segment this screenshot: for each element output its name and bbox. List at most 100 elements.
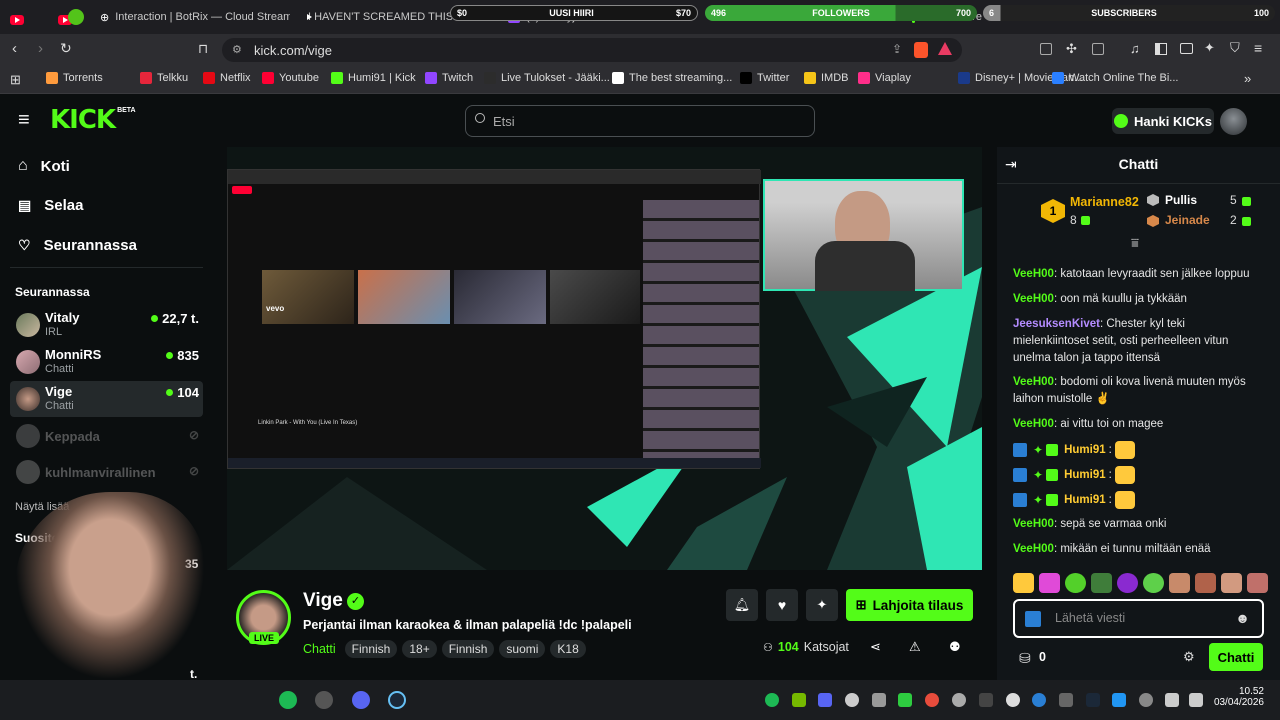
bookmark-item[interactable]: Twitch <box>425 72 473 84</box>
bluetooth-icon[interactable] <box>1032 693 1046 707</box>
share-icon[interactable]: ⋖ <box>870 639 881 655</box>
tag[interactable]: K18 <box>550 640 586 658</box>
gift-subscription-button[interactable]: ⊞ Lahjoita tilaus <box>846 589 973 621</box>
bookmark-item[interactable]: Telkku <box>140 72 188 84</box>
emote-face4-icon[interactable] <box>1247 573 1268 593</box>
tray-nvidia-icon[interactable] <box>792 693 806 707</box>
following-item-monnirs[interactable]: MonniRS Chatti 835 <box>10 344 203 380</box>
expand-leaderboard-icon[interactable]: ⩸ <box>1131 235 1139 251</box>
pinned-app-tab[interactable] <box>68 9 84 25</box>
emote-green-icon[interactable] <box>1065 573 1086 593</box>
screenshot-icon[interactable] <box>1040 43 1052 55</box>
tab-botrix[interactable]: ⊕ Interaction | BotRix — Cloud Stream <box>100 4 290 30</box>
music-icon[interactable]: ♫ <box>1130 41 1140 56</box>
category-link[interactable]: Chatti <box>303 642 336 656</box>
menu-icon[interactable]: ≡ <box>1254 40 1262 56</box>
kicks-button[interactable]: ✦ <box>806 589 838 621</box>
leader-1-name[interactable]: Marianne82 <box>1070 195 1139 209</box>
tray-discord-icon[interactable] <box>818 693 832 707</box>
sidebar-toggle-icon[interactable] <box>1155 43 1167 55</box>
discord-icon[interactable] <box>352 691 370 709</box>
emote-face3-icon[interactable] <box>1221 573 1242 593</box>
wallet-icon[interactable] <box>1180 43 1193 54</box>
leo-ai-icon[interactable]: ✦ <box>1204 40 1215 56</box>
bookmark-item[interactable]: Viaplay <box>858 72 911 84</box>
bookmark-item[interactable]: IMDB <box>804 72 849 84</box>
bookmark-item[interactable]: Twitter <box>740 72 789 84</box>
bookmark-item[interactable]: Watch Online The Bi... <box>1052 72 1178 84</box>
emote-face-icon[interactable] <box>1169 573 1190 593</box>
bookmark-icon[interactable]: ⊓ <box>198 41 208 57</box>
bookmark-item[interactable]: Live Tulokset - Jääki... <box>484 72 610 84</box>
tag[interactable]: Finnish <box>344 640 398 658</box>
emote-frog-icon[interactable] <box>1091 573 1112 593</box>
following-item-keppada[interactable]: Keppada ⊘ <box>10 418 203 454</box>
bookmark-item[interactable]: The best streaming... <box>612 72 732 84</box>
spotify-icon[interactable] <box>279 691 297 709</box>
tag[interactable]: suomi <box>499 640 546 658</box>
leader-2-name[interactable]: Pullis <box>1165 193 1197 207</box>
network-icon[interactable] <box>1165 693 1179 707</box>
tray-cloud-icon[interactable] <box>845 693 859 707</box>
tab-youtube[interactable]: I HAVEN'T SCREAMED THIS <box>302 4 452 30</box>
share-icon[interactable]: ⇪ <box>892 42 902 56</box>
send-chat-button[interactable]: Chatti <box>1209 643 1263 671</box>
emote-sick-icon[interactable] <box>1143 573 1164 593</box>
following-item-kuhlmanvirallinen[interactable]: kuhlmanvirallinen ⊘ <box>10 454 203 490</box>
tray-steam-icon[interactable] <box>1086 693 1100 707</box>
bookmark-item[interactable]: Netflix <box>203 72 251 84</box>
nav-following[interactable]: ♡ Seurannassa <box>18 237 137 254</box>
tray-defender-icon[interactable] <box>1112 693 1126 707</box>
extensions-icon[interactable]: ✣ <box>1066 41 1077 57</box>
add-friend-icon[interactable]: ⚉ <box>949 639 961 655</box>
emoji-picker-icon[interactable]: ☻ <box>1235 610 1250 626</box>
pinned-youtube-tab[interactable] <box>10 15 24 25</box>
leader-3-name[interactable]: Jeinade <box>1165 213 1210 227</box>
user-avatar[interactable] <box>1220 108 1247 135</box>
apps-grid-icon[interactable]: ⊞ <box>10 72 21 88</box>
tray-usb-icon[interactable] <box>1059 693 1073 707</box>
tray-spotify-icon[interactable] <box>765 693 779 707</box>
tray-app-icon[interactable] <box>872 693 886 707</box>
follow-button[interactable]: ♥ <box>766 589 798 621</box>
volume-icon[interactable] <box>1189 693 1203 707</box>
vpn-icon[interactable]: ⛉ <box>1230 40 1240 56</box>
brave-shield-icon[interactable] <box>914 42 928 58</box>
bookmark-item[interactable]: Youtube <box>262 72 319 84</box>
tray-sync-icon[interactable] <box>925 693 939 707</box>
emote-purple-icon[interactable] <box>1117 573 1138 593</box>
back-icon[interactable]: ‹ <box>12 40 17 57</box>
microphone-icon[interactable] <box>1139 693 1153 707</box>
tag[interactable]: 18+ <box>402 640 437 658</box>
tray-play-icon[interactable] <box>898 693 912 707</box>
site-settings-icon[interactable]: ⚙ <box>232 43 242 56</box>
app-icon[interactable] <box>315 691 333 709</box>
forward-icon[interactable]: › <box>38 40 43 57</box>
address-bar[interactable]: ⚙ kick.com/vige ⇪ <box>222 38 962 62</box>
emote-pink-icon[interactable] <box>1039 573 1060 593</box>
emote-face2-icon[interactable] <box>1195 573 1216 593</box>
search-input[interactable]: Etsi <box>465 105 815 137</box>
chat-input[interactable]: Lähetä viesti ☻ <box>1013 599 1264 638</box>
bookmark-item[interactable]: Humi91 | Kick <box>331 72 416 84</box>
video-player[interactable]: vevo Linkin Park - With You (Live In Tex… <box>227 147 982 570</box>
points-icon[interactable]: ⛁ <box>1019 650 1031 667</box>
nav-home[interactable]: ⌂ Koti <box>18 157 70 175</box>
following-item-vige[interactable]: Vige Chatti 104 <box>10 381 203 417</box>
steam-icon[interactable] <box>388 691 406 709</box>
get-kicks-button[interactable]: Hanki KICKs <box>1112 108 1214 134</box>
clock[interactable]: 10.52 03/04/2026 <box>1210 686 1264 708</box>
kick-logo[interactable]: KICK BETA <box>50 107 136 133</box>
following-item-vitaly[interactable]: Vitaly IRL 22,7 t. <box>10 307 203 343</box>
report-icon[interactable]: ⚠ <box>909 639 921 655</box>
bookmarks-overflow-icon[interactable]: » <box>1244 71 1251 86</box>
tag[interactable]: Finnish <box>441 640 495 658</box>
chat-settings-icon[interactable]: ⚙ <box>1183 649 1195 665</box>
tray-app3-icon[interactable] <box>1006 693 1020 707</box>
reader-icon[interactable] <box>1092 43 1104 55</box>
bookmark-item[interactable]: Torrents <box>46 72 103 84</box>
nav-browse[interactable]: ▤ Selaa <box>18 197 83 214</box>
tray-obs-icon[interactable] <box>952 693 966 707</box>
reload-icon[interactable]: ↻ <box>60 40 72 57</box>
hamburger-menu-icon[interactable]: ≡ <box>18 110 30 130</box>
